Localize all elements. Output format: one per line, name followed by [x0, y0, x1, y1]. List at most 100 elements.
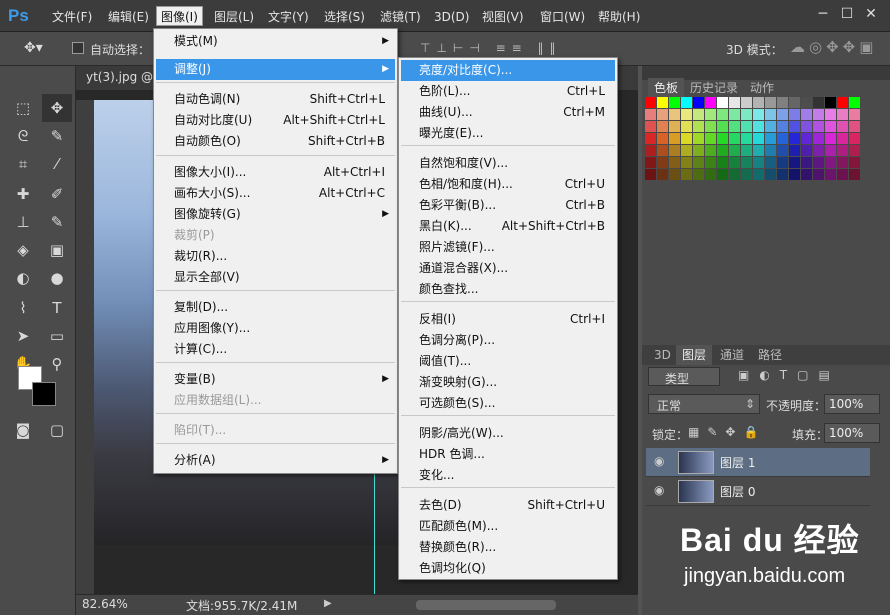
menu-6[interactable]: 滤镜(T) — [376, 7, 425, 27]
color-swatch[interactable] — [717, 157, 728, 168]
move-tool-icon[interactable]: ✥ — [42, 94, 72, 122]
image-menu-item[interactable]: 画布大小(S)... Alt+Ctrl+C — [156, 183, 395, 204]
color-swatch[interactable] — [657, 109, 668, 120]
color-swatch[interactable] — [693, 121, 704, 132]
menu-9[interactable]: 窗口(W) — [536, 7, 589, 27]
color-swatch[interactable] — [693, 97, 704, 108]
adjust-menu-item[interactable]: 曲线(U)... Ctrl+M — [401, 102, 615, 123]
image-menu-item[interactable]: 应用数据组(L)... — [156, 390, 395, 411]
swatches-grid[interactable] — [645, 97, 861, 183]
lasso-tool-icon[interactable]: ᘓ — [8, 122, 38, 150]
color-swatch[interactable] — [681, 157, 692, 168]
color-swatch[interactable] — [693, 157, 704, 168]
color-swatch[interactable] — [825, 109, 836, 120]
color-swatch[interactable] — [777, 121, 788, 132]
color-swatch[interactable] — [837, 133, 848, 144]
color-swatch[interactable] — [765, 157, 776, 168]
horizontal-scrollbar[interactable] — [416, 600, 556, 610]
color-swatch[interactable] — [849, 157, 860, 168]
layer-row[interactable]: ◉ 图层 0 — [646, 477, 870, 506]
color-swatch[interactable] — [825, 133, 836, 144]
adjust-menu-item[interactable]: 渐变映射(G)... — [401, 372, 615, 393]
color-swatch[interactable] — [681, 169, 692, 180]
auto-select-checkbox[interactable] — [72, 42, 84, 54]
layer-filter-select[interactable]: 类型 — [648, 367, 720, 386]
color-swatch[interactable] — [729, 157, 740, 168]
color-swatch[interactable] — [849, 133, 860, 144]
adjust-menu-item[interactable]: 去色(D) Shift+Ctrl+U — [401, 495, 615, 516]
color-swatch[interactable] — [729, 109, 740, 120]
color-swatch[interactable] — [681, 121, 692, 132]
color-swatch[interactable] — [813, 169, 824, 180]
marquee-tool-icon[interactable]: ⬚ — [8, 94, 38, 122]
color-swatch[interactable] — [801, 133, 812, 144]
color-swatch[interactable] — [669, 157, 680, 168]
color-swatch[interactable] — [717, 145, 728, 156]
color-swatch[interactable] — [645, 145, 656, 156]
minimize-button[interactable]: ─ — [812, 4, 834, 24]
color-swatch[interactable] — [657, 133, 668, 144]
color-swatch[interactable] — [693, 145, 704, 156]
color-swatch[interactable] — [753, 109, 764, 120]
image-menu-item[interactable]: 调整(J) ▶ — [156, 59, 395, 80]
menu-2[interactable]: 图像(I) — [156, 6, 203, 26]
color-swatch[interactable] — [645, 157, 656, 168]
gradient-tool-icon[interactable]: ▣ — [42, 236, 72, 264]
color-swatch[interactable] — [801, 169, 812, 180]
image-menu-item[interactable]: 复制(D)... — [156, 297, 395, 318]
adjust-menu-item[interactable]: 变化... — [401, 465, 615, 486]
color-swatch[interactable] — [753, 169, 764, 180]
eyedropper-icon[interactable]: ⁄ — [42, 150, 72, 178]
color-swatch[interactable] — [669, 109, 680, 120]
image-menu-item[interactable]: 分析(A) ▶ — [156, 450, 395, 471]
adjust-menu-item[interactable]: 色彩平衡(B)... Ctrl+B — [401, 195, 615, 216]
color-swatch[interactable] — [753, 145, 764, 156]
color-swatch[interactable] — [645, 109, 656, 120]
healing-tool-icon[interactable]: ✚ — [8, 180, 38, 208]
image-menu-item[interactable]: 计算(C)... — [156, 339, 395, 360]
color-swatch[interactable] — [741, 169, 752, 180]
color-swatch[interactable] — [669, 133, 680, 144]
color-swatch[interactable] — [849, 169, 860, 180]
color-swatch[interactable] — [657, 121, 668, 132]
color-swatch[interactable] — [765, 145, 776, 156]
panel-tab-1[interactable]: 历史记录 — [684, 78, 744, 98]
color-swatch[interactable] — [705, 133, 716, 144]
color-swatch[interactable] — [741, 109, 752, 120]
blend-mode-select[interactable]: 正常 ⇕ — [648, 394, 760, 414]
adjust-menu-item[interactable]: 反相(I) Ctrl+I — [401, 309, 615, 330]
color-swatch[interactable] — [789, 97, 800, 108]
color-swatch[interactable] — [789, 157, 800, 168]
color-swatch[interactable] — [777, 133, 788, 144]
status-arrow-icon[interactable]: ▶ — [324, 598, 332, 609]
panel-tab-0[interactable]: 色板 — [648, 78, 685, 98]
color-swatch[interactable] — [825, 169, 836, 180]
adjust-menu-item[interactable]: 黑白(K)... Alt+Shift+Ctrl+B — [401, 216, 615, 237]
color-swatch[interactable] — [813, 145, 824, 156]
color-swatch[interactable] — [705, 121, 716, 132]
color-swatch[interactable] — [777, 97, 788, 108]
layers-tab-0[interactable]: 3D — [648, 345, 677, 365]
adjust-menu-item[interactable]: 色调分离(P)... — [401, 330, 615, 351]
color-swatch[interactable] — [741, 121, 752, 132]
color-swatch[interactable] — [645, 133, 656, 144]
image-menu-item[interactable]: 自动颜色(O) Shift+Ctrl+B — [156, 131, 395, 152]
color-swatch[interactable] — [705, 145, 716, 156]
color-swatch[interactable] — [765, 169, 776, 180]
panel-tab-2[interactable]: 动作 — [744, 78, 780, 98]
color-swatch[interactable] — [849, 145, 860, 156]
eye-icon[interactable]: ◉ — [654, 454, 664, 468]
eraser-tool-icon[interactable]: ◈ — [8, 236, 38, 264]
color-swatch[interactable] — [717, 97, 728, 108]
color-swatch[interactable] — [705, 97, 716, 108]
color-swatch[interactable] — [801, 121, 812, 132]
stamp-tool-icon[interactable]: ⊥ — [8, 208, 38, 236]
image-menu-item[interactable]: 图像大小(I)... Alt+Ctrl+I — [156, 162, 395, 183]
adjust-menu-item[interactable]: 亮度/对比度(C)... — [401, 60, 615, 81]
image-menu-item[interactable]: 裁切(R)... — [156, 246, 395, 267]
layers-tab-2[interactable]: 通道 — [714, 345, 750, 365]
crop-tool-icon[interactable]: ⌗ — [8, 150, 38, 178]
color-swatch[interactable] — [849, 109, 860, 120]
color-swatch[interactable] — [693, 169, 704, 180]
color-swatch[interactable] — [813, 133, 824, 144]
